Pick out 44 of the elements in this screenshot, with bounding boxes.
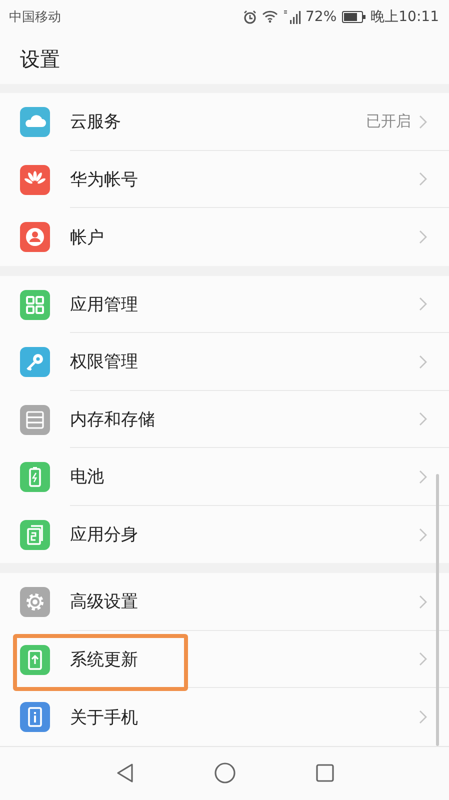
settings-item[interactable]: 关于手机 [0, 688, 449, 746]
clock: 晚上10:11 [370, 8, 439, 26]
settings-item[interactable]: 应用管理 [0, 276, 449, 334]
item-label: 内存和存储 [70, 408, 156, 430]
battery-percent: 72% [306, 8, 337, 25]
settings-item[interactable]: 权限管理 [0, 333, 449, 391]
settings-item[interactable]: 内存和存储 [0, 390, 449, 448]
carrier-name: 中国移动 [9, 8, 61, 26]
recents-icon[interactable] [316, 764, 334, 782]
chevron-icon [419, 710, 427, 724]
settings-item[interactable]: 应用分身 [0, 506, 449, 564]
chevron-icon [419, 297, 427, 311]
page-title: 设置 [20, 46, 60, 73]
chevron-icon [419, 230, 427, 244]
item-label: 权限管理 [70, 351, 139, 373]
item-label: 电池 [70, 466, 105, 488]
chevron-icon [419, 594, 427, 608]
battery-icon [342, 10, 366, 23]
item-label: 云服务 [70, 111, 122, 133]
settings-item[interactable]: 帐户 [0, 208, 449, 266]
chevron-icon [419, 354, 427, 368]
item-label: 应用管理 [70, 294, 139, 316]
signal-icon [282, 10, 301, 24]
chevron-icon [419, 652, 427, 666]
settings-item[interactable]: 系统更新 [0, 630, 449, 688]
settings-item[interactable]: 电池 [0, 448, 449, 506]
alarm-icon [242, 10, 257, 24]
item-label: 系统更新 [70, 648, 139, 670]
chevron-icon [419, 412, 427, 426]
home-icon[interactable] [214, 762, 236, 784]
wifi-icon [262, 10, 278, 24]
settings-item[interactable]: 云服务 已开启 [0, 93, 449, 151]
settings-item[interactable]: 华为帐号 [0, 150, 449, 208]
item-label: 应用分身 [70, 524, 139, 546]
item-label: 华为帐号 [70, 168, 139, 190]
back-icon[interactable] [116, 763, 134, 784]
item-status: 已开启 [366, 112, 411, 131]
item-label: 帐户 [70, 226, 105, 248]
item-label: 高级设置 [70, 591, 139, 613]
chevron-icon [419, 172, 427, 186]
chevron-icon [419, 528, 427, 542]
chevron-icon [419, 470, 427, 484]
chevron-icon [419, 114, 427, 128]
item-label: 关于手机 [70, 706, 139, 728]
